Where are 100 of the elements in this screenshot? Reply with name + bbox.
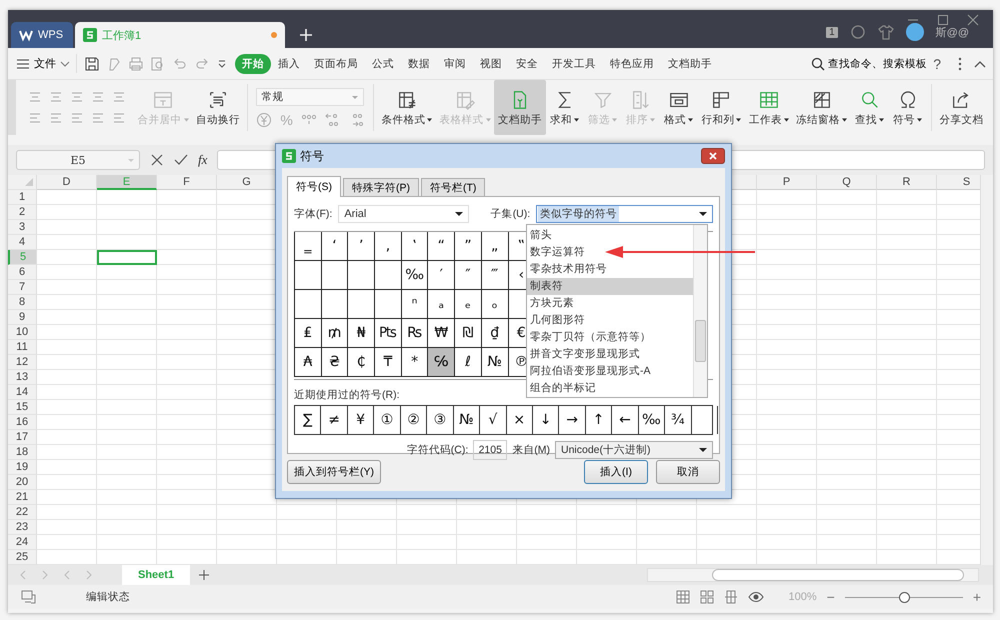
symbol-cell[interactable]: ₒ bbox=[482, 290, 508, 319]
close-button[interactable] bbox=[701, 148, 725, 164]
ribbon-button[interactable]: 条件格式 bbox=[378, 80, 436, 135]
symbol-cell[interactable]: ” bbox=[455, 232, 482, 261]
add-to-bar-button[interactable]: 插入到符号栏(Y) bbox=[287, 460, 381, 484]
subset-select[interactable]: 类似字母的符号 bbox=[536, 205, 713, 223]
row-header[interactable]: 13 bbox=[8, 370, 37, 385]
symbol-cell[interactable]: ℓ bbox=[455, 348, 482, 377]
ribbon-tab[interactable]: 页面布局 bbox=[307, 54, 365, 74]
empty-symbol-cell[interactable] bbox=[348, 290, 376, 319]
zoom-out-button[interactable]: − bbox=[826, 589, 835, 605]
symbol-cell[interactable]: ₫ bbox=[482, 319, 508, 348]
dialog-tab[interactable]: 特殊字符(P) bbox=[343, 178, 419, 196]
zoom-in-button[interactable]: + bbox=[972, 589, 981, 605]
ribbon-button[interactable]: 行和列 bbox=[698, 80, 746, 135]
symbol-cell[interactable]: ₨ bbox=[402, 319, 428, 348]
page-break-view-icon[interactable] bbox=[700, 590, 714, 604]
symbol-cell[interactable]: ″ bbox=[455, 261, 482, 290]
currency-icon[interactable] bbox=[256, 112, 272, 128]
row-header[interactable]: 22 bbox=[8, 505, 37, 520]
checkmark-icon[interactable] bbox=[174, 153, 188, 167]
ribbon-button[interactable]: 格式 bbox=[660, 80, 698, 135]
add-sheet-icon[interactable] bbox=[198, 569, 210, 581]
symbol-cell[interactable]: ₥ bbox=[322, 319, 348, 348]
file-menu[interactable]: 文件 bbox=[14, 54, 77, 73]
cancel-icon[interactable] bbox=[150, 153, 164, 167]
symbol-cell[interactable]: ‰ bbox=[402, 261, 428, 290]
ribbon-tab[interactable]: 视图 bbox=[473, 54, 509, 74]
empty-symbol-cell[interactable] bbox=[375, 261, 402, 290]
insert-function-button[interactable]: fx bbox=[198, 152, 208, 168]
window-count-badge[interactable]: 1 bbox=[826, 26, 838, 38]
row-header[interactable]: 4 bbox=[8, 235, 37, 250]
symbol-cell[interactable]: ₸ bbox=[375, 348, 402, 377]
row-header[interactable]: 6 bbox=[8, 265, 37, 280]
symbol-cell[interactable]: ₦ bbox=[348, 319, 376, 348]
align-icon[interactable] bbox=[28, 111, 42, 125]
print-preview-icon[interactable] bbox=[151, 56, 165, 70]
undo-icon[interactable] bbox=[173, 56, 187, 70]
row-header[interactable]: 8 bbox=[8, 295, 37, 310]
ribbon-tab[interactable]: 审阅 bbox=[437, 54, 473, 74]
symbol-cell[interactable]: “ bbox=[428, 232, 456, 261]
symbol-cell[interactable]: ₐ bbox=[428, 290, 456, 319]
align-icon[interactable] bbox=[90, 90, 105, 104]
ribbon-tab[interactable]: 安全 bbox=[509, 54, 545, 74]
user-name[interactable]: 斯@@ bbox=[936, 24, 969, 40]
empty-symbol-cell[interactable] bbox=[295, 261, 322, 290]
symbol-cell[interactable]: ₑ bbox=[455, 290, 482, 319]
symbol-cell[interactable]: ‛ bbox=[402, 232, 428, 261]
avatar-icon[interactable] bbox=[906, 23, 924, 41]
char-code-field[interactable]: 2105 bbox=[473, 440, 508, 460]
horizontal-scrollbar[interactable] bbox=[647, 568, 979, 582]
dropdown-option[interactable]: 组合的半标记 bbox=[527, 380, 599, 397]
skin-icon[interactable] bbox=[850, 24, 866, 40]
symbol-cell[interactable]: ₳ bbox=[295, 348, 322, 377]
font-select[interactable]: Arial bbox=[338, 205, 469, 223]
row-header[interactable]: 2 bbox=[8, 205, 37, 220]
symbol-cell[interactable]: ‴ bbox=[482, 261, 508, 290]
row-header[interactable]: 14 bbox=[8, 385, 37, 400]
dialog-tab[interactable]: 符号栏(T) bbox=[421, 178, 486, 196]
sheet-nav-icon[interactable] bbox=[18, 570, 28, 580]
sheet-nav-icon[interactable] bbox=[84, 570, 94, 580]
ribbon-tab[interactable]: 开发工具 bbox=[545, 54, 603, 74]
list-scrollbar[interactable] bbox=[693, 225, 707, 397]
row-header[interactable]: 25 bbox=[8, 550, 37, 565]
symbol-cell[interactable]: ′ bbox=[428, 261, 456, 290]
cancel-button[interactable]: 取消 bbox=[656, 460, 720, 484]
empty-symbol-cell[interactable] bbox=[375, 290, 402, 319]
row-header[interactable]: 15 bbox=[8, 400, 37, 415]
symbol-cell[interactable]: № bbox=[482, 348, 508, 377]
row-header[interactable]: 16 bbox=[8, 415, 37, 430]
export-icon[interactable] bbox=[107, 56, 121, 70]
ribbon-button[interactable]: 求和 bbox=[546, 80, 584, 135]
tshirt-icon[interactable] bbox=[878, 24, 894, 40]
symbol-cell[interactable]: ₪ bbox=[455, 319, 482, 348]
zoom-slider[interactable] bbox=[898, 592, 910, 602]
print-icon[interactable] bbox=[129, 56, 143, 70]
monitor-icon[interactable] bbox=[20, 589, 36, 605]
new-tab-icon[interactable] bbox=[299, 28, 313, 42]
align-icon[interactable] bbox=[48, 111, 63, 125]
ribbon-button[interactable]: 分享文档 bbox=[936, 80, 987, 135]
insert-button[interactable]: 插入(I) bbox=[584, 460, 648, 484]
page-layout-icon[interactable] bbox=[724, 590, 738, 604]
maximize-icon[interactable] bbox=[937, 14, 949, 26]
vertical-scrollbar[interactable] bbox=[980, 175, 993, 565]
symbol-cell[interactable]: ⁿ bbox=[402, 290, 428, 319]
ribbon-button[interactable]: 工作表 bbox=[745, 80, 792, 135]
sheet-nav-icon[interactable] bbox=[62, 570, 72, 580]
align-icon[interactable] bbox=[112, 90, 126, 104]
symbol-cell[interactable]: ‚ bbox=[375, 232, 402, 261]
close-icon[interactable] bbox=[967, 14, 979, 26]
ribbon-button[interactable]: 符号 bbox=[888, 80, 927, 135]
ribbon-tab[interactable]: 插入 bbox=[271, 54, 307, 74]
increase-decimal-icon[interactable] bbox=[324, 112, 341, 128]
redo-icon[interactable] bbox=[195, 56, 209, 70]
row-header[interactable]: 19 bbox=[8, 460, 37, 475]
symbol-cell[interactable]: ₴ bbox=[322, 348, 348, 377]
normal-view-icon[interactable] bbox=[676, 590, 690, 604]
empty-symbol-cell[interactable] bbox=[322, 290, 348, 319]
dropdown-option[interactable]: 方块元素 bbox=[527, 295, 577, 312]
customize-caret-icon[interactable] bbox=[217, 58, 227, 68]
